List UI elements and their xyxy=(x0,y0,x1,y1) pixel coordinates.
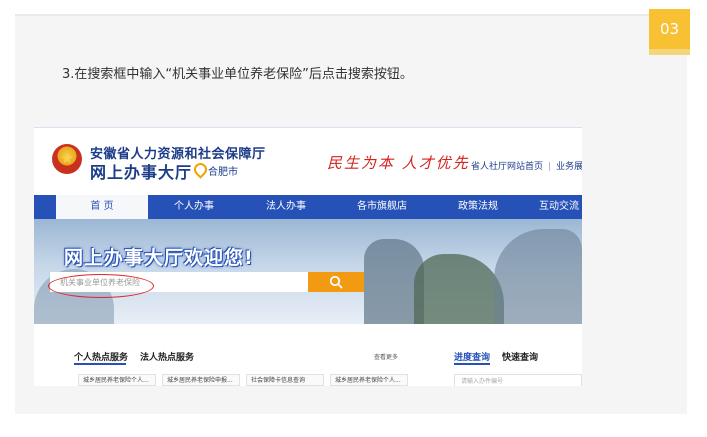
top-links: 省人社厅网站首页|业务展示| xyxy=(471,159,582,172)
star-icon: ★ xyxy=(60,151,74,167)
case-number-input[interactable]: 请输入办件编号 xyxy=(454,374,582,386)
top-link-business[interactable]: 业务展示 xyxy=(556,162,582,172)
city-selector[interactable]: 合肥市 xyxy=(208,163,238,178)
active-tab-indicator xyxy=(74,363,126,365)
instruction-text: 3.在搜索框中输入“机关事业单位养老保险”后点击搜索按钮。 xyxy=(62,67,413,82)
location-pin-icon xyxy=(191,160,210,179)
service-chip[interactable]: 城乡居民养老保险个人... xyxy=(330,374,408,386)
highlight-ellipse xyxy=(48,274,154,298)
nav-policy[interactable]: 政策法规 xyxy=(432,195,524,219)
tab-legal-services[interactable]: 法人热点服务 xyxy=(140,350,194,363)
mountain-shape xyxy=(494,229,582,324)
tab-quick-query[interactable]: 快速查询 xyxy=(502,350,538,363)
banner-title: 网上办事大厅欢迎您! xyxy=(64,247,254,269)
step-badge: 03 xyxy=(649,9,690,49)
nav-home[interactable]: 首 页 xyxy=(56,195,148,219)
search-button[interactable] xyxy=(308,272,364,292)
top-link-separator: | xyxy=(548,162,552,172)
service-chip[interactable]: 城乡居民养老保险个人... xyxy=(78,374,156,386)
search-icon xyxy=(329,275,343,289)
step-badge-fold xyxy=(649,49,690,55)
hall-name: 网上办事大厅 xyxy=(90,163,193,182)
tab-progress-query[interactable]: 进度查询 xyxy=(454,350,490,363)
slogan: 民生为本 人才优先 xyxy=(327,154,470,172)
nav-city-stores[interactable]: 各市旗舰店 xyxy=(332,195,432,219)
website-screenshot: ★ 安徽省人力资源和社会保障厅 网上办事大厅 合肥市 民生为本 人才优先 省人社… xyxy=(34,127,582,386)
service-chip[interactable]: 城乡居民养老保险申报... xyxy=(162,374,240,386)
service-chip[interactable]: 社会保障卡信息查询 xyxy=(246,374,324,386)
top-link-home[interactable]: 省人社厅网站首页 xyxy=(471,162,543,172)
pine-tree-shape xyxy=(414,254,504,324)
nav-personal[interactable]: 个人办事 xyxy=(148,195,240,219)
emblem-icon: ★ xyxy=(52,144,82,174)
nav-interaction[interactable]: 互动交流 xyxy=(524,195,582,219)
nav-legal[interactable]: 法人办事 xyxy=(240,195,332,219)
main-nav: 首 页 个人办事 法人办事 各市旗舰店 政策法规 互动交流 xyxy=(34,195,582,219)
active-tab-indicator xyxy=(454,363,490,365)
tab-personal-services[interactable]: 个人热点服务 xyxy=(74,350,128,363)
more-link[interactable]: 查看更多 xyxy=(374,352,398,361)
